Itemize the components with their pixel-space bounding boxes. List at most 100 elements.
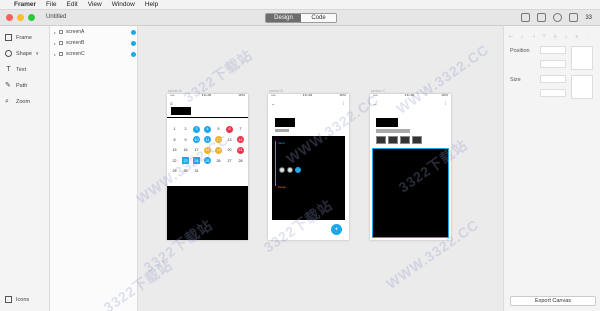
align-top-icon[interactable]: ⊤ (541, 34, 547, 40)
calendar-day[interactable]: 2 (182, 126, 189, 133)
distribute-v-icon[interactable]: ⋮ (585, 34, 591, 40)
layer-name: screenA (66, 29, 85, 35)
thumbnail (400, 136, 410, 144)
calendar-day[interactable]: 3 (193, 125, 200, 133)
align-bottom-icon[interactable]: ⊥ (563, 34, 569, 40)
calendar-day (204, 168, 211, 175)
add-fab-button[interactable]: + (331, 224, 342, 235)
subtitle-block (376, 129, 410, 133)
more-icon: ⋮ (341, 100, 347, 106)
status-time: 9:41 AM (302, 94, 313, 97)
position-label: Position (510, 48, 530, 54)
shape-tool-label: Shape (16, 50, 32, 57)
mirror-icon[interactable] (537, 13, 547, 22)
align-toolbar: ⊢ ⊥ ⊣ ⊤ ┼ ⊥ ≡ ⋮ (508, 34, 591, 40)
menu-file[interactable]: File (46, 1, 56, 8)
position-preview (571, 46, 593, 70)
card-text: Design (278, 186, 287, 189)
export-canvas-button[interactable]: Export Canvas (510, 296, 596, 306)
comment-icon[interactable] (553, 13, 563, 22)
thumbnail (376, 136, 386, 144)
titlebar-actions: 33 (521, 13, 592, 22)
code-mode-button[interactable]: Code (301, 14, 336, 22)
shape-tool[interactable]: Shape ▾ (5, 50, 38, 57)
accent-line (275, 141, 276, 186)
subtitle-block (275, 129, 289, 132)
align-right-icon[interactable]: ⊣ (530, 34, 536, 40)
calendar-day[interactable]: 28 (237, 157, 244, 164)
height-field[interactable] (540, 89, 566, 97)
menu-app-name[interactable]: Framer (14, 1, 36, 8)
y-field[interactable] (540, 60, 566, 68)
visibility-icon[interactable] (131, 40, 136, 46)
layer-name: screenB (66, 40, 85, 46)
calendar-day[interactable]: 20 (226, 147, 233, 154)
disclosure-arrow-icon[interactable]: ▸ (54, 41, 56, 46)
text-tool-label: Text (16, 66, 27, 73)
frame-icon (5, 34, 12, 41)
back-arrow-icon: ← (271, 101, 276, 106)
tools-sidebar: Frame Shape ▾ T Text ✎ Path ⌕ Zoom Icons (0, 26, 50, 311)
path-tool[interactable]: ✎ Path (5, 82, 27, 89)
icons-tool[interactable]: Icons (5, 296, 29, 303)
visibility-icon[interactable] (131, 51, 136, 57)
design-mode-button[interactable]: Design (266, 14, 301, 22)
frame-icon (59, 30, 64, 34)
magnifier-icon: ⌕ (5, 98, 9, 105)
calendar-day[interactable]: 21 (237, 146, 244, 154)
chevron-down-icon: ▾ (35, 50, 39, 57)
visibility-icon[interactable] (131, 29, 136, 35)
layer-item[interactable]: ▸ screenA (54, 28, 136, 36)
avatar (295, 167, 301, 173)
calendar-day[interactable]: 9 (182, 136, 189, 143)
menu-icon: ≡ (170, 101, 173, 106)
x-field[interactable] (540, 46, 566, 54)
zoom-level[interactable]: 33 (585, 15, 592, 21)
align-left-icon[interactable]: ⊢ (508, 34, 514, 40)
zoom-window-button[interactable] (28, 14, 35, 21)
calendar-day (226, 168, 233, 175)
device-preview-icon[interactable] (521, 13, 531, 22)
close-window-button[interactable] (6, 14, 13, 21)
align-center-icon[interactable]: ⊥ (519, 34, 525, 40)
calendar-day[interactable]: 10 (193, 136, 200, 144)
menu-window[interactable]: Window (112, 1, 135, 8)
design-canvas[interactable]: screen A ••••• 9:41 AM 100% ≡ 1234567891… (101, 26, 503, 311)
shape-icon (5, 50, 12, 57)
align-middle-icon[interactable]: ┼ (552, 34, 558, 40)
zoom-tool[interactable]: ⌕ Zoom (5, 98, 30, 105)
icons-icon (5, 296, 12, 303)
nav-bar: ≡ (167, 100, 248, 107)
calendar-day[interactable]: 26 (215, 157, 222, 164)
layer-item[interactable]: ▸ screenB (54, 39, 136, 47)
status-bar: ••••• 9:41 AM 100% (268, 94, 349, 98)
path-icon: ✎ (5, 82, 11, 89)
avatar (279, 167, 285, 173)
menu-help[interactable]: Help (145, 1, 158, 8)
text-tool[interactable]: T Text (5, 66, 26, 73)
share-icon[interactable] (569, 13, 579, 22)
calendar-day[interactable]: 7 (237, 126, 244, 133)
calendar-day[interactable]: 27 (226, 157, 233, 164)
menu-edit[interactable]: Edit (67, 1, 78, 8)
calendar-day[interactable]: 8 (171, 136, 178, 143)
layer-item[interactable]: ▸ screenC (54, 50, 136, 58)
calendar-day[interactable]: 1 (171, 126, 178, 133)
distribute-icon[interactable]: ≡ (574, 34, 580, 40)
minimize-window-button[interactable] (17, 14, 24, 21)
calendar-day[interactable]: 14 (237, 136, 244, 144)
signal-indicator: ••••• (271, 94, 276, 97)
calendar-day (215, 168, 222, 175)
calendar-day[interactable]: 16 (182, 147, 189, 154)
frame-icon (59, 52, 64, 56)
menu-view[interactable]: View (88, 1, 102, 8)
width-field[interactable] (540, 75, 566, 83)
window-titlebar: Untitled Design Code 33 (0, 10, 600, 26)
calendar-day[interactable]: 15 (171, 147, 178, 154)
title-block (376, 118, 398, 127)
calendar-day[interactable]: 6 (226, 125, 233, 133)
disclosure-arrow-icon[interactable]: ▸ (54, 52, 56, 57)
disclosure-arrow-icon[interactable]: ▸ (54, 30, 56, 35)
frame-tool[interactable]: Frame (5, 34, 32, 41)
calendar-day[interactable]: 4 (204, 125, 211, 133)
